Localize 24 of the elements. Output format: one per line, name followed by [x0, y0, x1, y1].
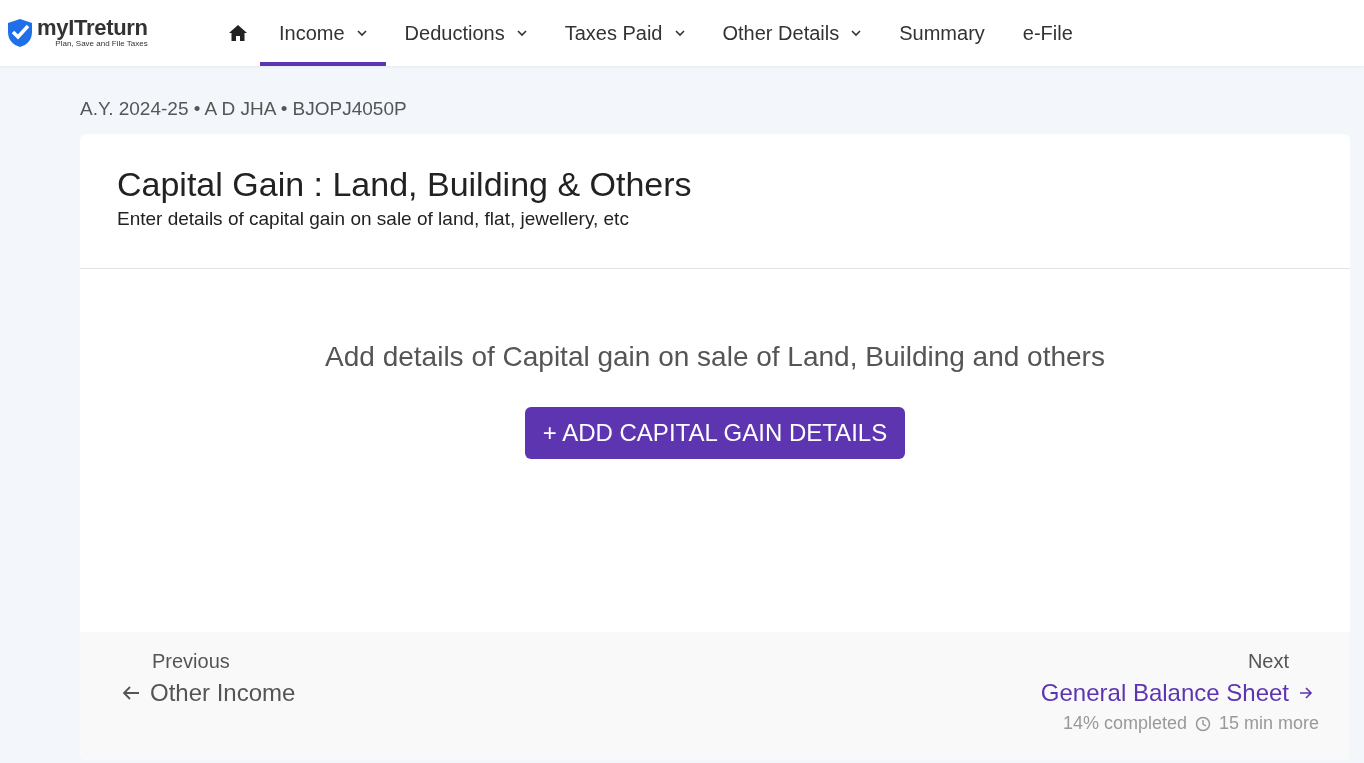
- next-link[interactable]: General Balance Sheet: [1040, 679, 1313, 707]
- page-subtitle: Enter details of capital gain on sale of land, flat, jewellery, etc: [117, 208, 630, 230]
- previous-label: Previous: [152, 650, 231, 673]
- empty-message: Add details of Capital gain on sale of Land, Building and others: [325, 341, 1105, 373]
- progress-text: 14% completed: [1062, 713, 1187, 734]
- nav-tab[interactable]: e-File: [1003, 0, 1092, 66]
- arrow-left-icon: [122, 685, 140, 701]
- nav-tab[interactable]: Income: [260, 0, 386, 66]
- breadcrumb: A.Y. 2024-25 • A D JHA • BJOPJ4050P: [80, 98, 408, 121]
- clock-icon: [1194, 715, 1211, 732]
- add-button[interactable]: + ADD CAPITAL GAIN DETAILS: [524, 407, 906, 459]
- arrow-right-icon: [1299, 687, 1313, 699]
- previous-link[interactable]: Other Income: [122, 679, 296, 707]
- nav-tab[interactable]: Deductions: [385, 0, 546, 66]
- shield-check-icon: [6, 18, 34, 48]
- time-remaining: 15 min more: [1218, 713, 1319, 734]
- page-title: Capital Gain : Land, Building & Others: [117, 164, 693, 204]
- logo-text: myITreturn: [37, 17, 148, 39]
- nav-tab[interactable]: Taxes Paid: [545, 0, 704, 66]
- nav-tab[interactable]: Other Details: [703, 0, 881, 66]
- logo-tagline: Plan, Save and File Taxes: [55, 39, 148, 49]
- home-icon: [229, 25, 247, 41]
- next-label: Next: [1247, 650, 1289, 673]
- nav-tab[interactable]: Summary: [880, 0, 1004, 66]
